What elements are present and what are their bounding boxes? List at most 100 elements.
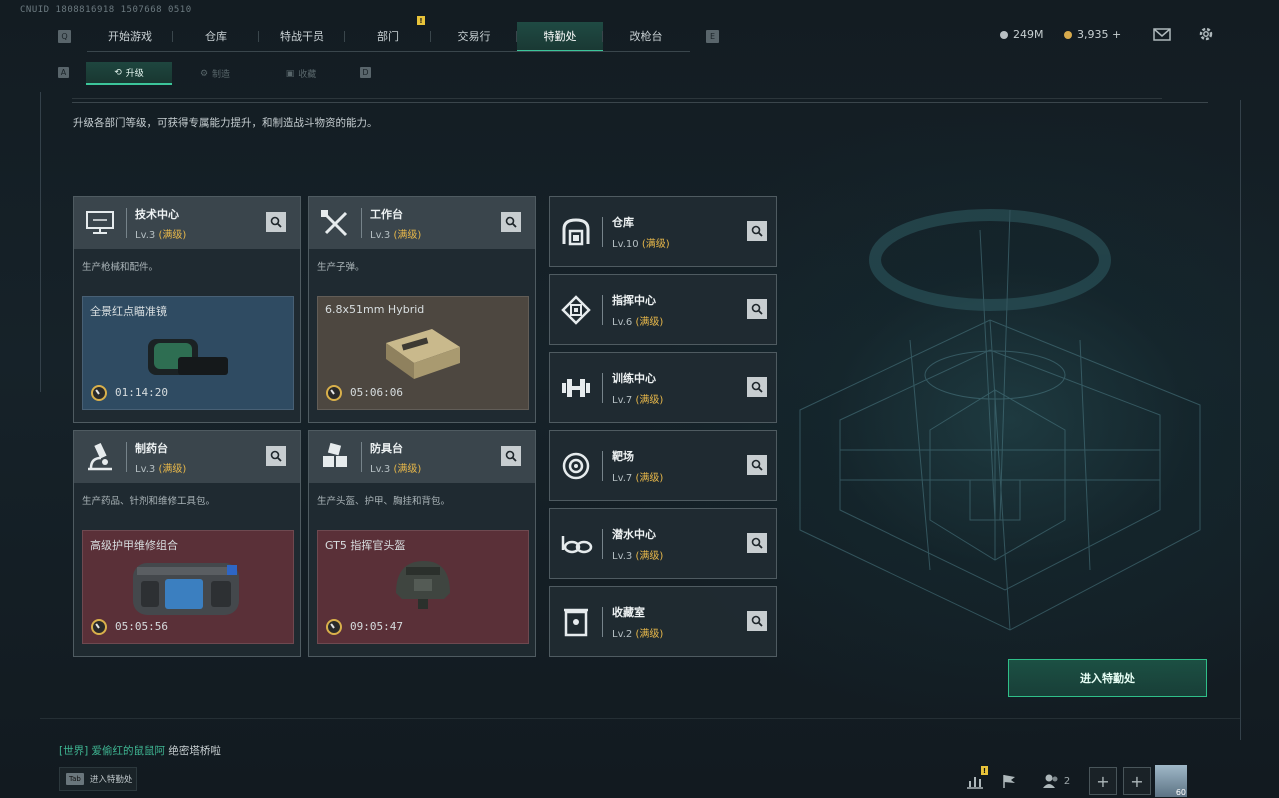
production-slot[interactable]: 高级护甲维修组合 05:05:56 xyxy=(82,530,294,644)
silver-currency: 249M xyxy=(1000,28,1044,41)
workshop-name: 制药台 xyxy=(135,441,168,455)
nav-next-key-hint: E xyxy=(706,30,719,43)
workshop-description: 生产头盔、护甲、胸挂和背包。 xyxy=(317,496,451,507)
tab-trading[interactable]: 交易行 xyxy=(431,22,517,50)
workshop-description: 生产药品、针剂和维修工具包。 xyxy=(82,496,216,507)
add-slot-button[interactable]: + xyxy=(1086,766,1120,796)
gold-currency[interactable]: 3,935 + xyxy=(1064,28,1121,41)
inspect-search-icon[interactable] xyxy=(501,446,521,466)
world-chat-line[interactable]: [世界] 爱偷红的鼠鼠阿 绝密塔桥啦 xyxy=(59,743,221,758)
settings-gear-icon[interactable] xyxy=(1197,25,1215,43)
workshop-card-armor-bench[interactable]: 防具台 Lv.3 (满级) 生产头盔、护甲、胸挂和背包。 GT5 指挥官头盔 0… xyxy=(308,430,536,657)
inspect-search-icon[interactable] xyxy=(747,533,767,553)
workshop-description: 生产枪械和配件。 xyxy=(82,262,159,273)
ammo-box-image xyxy=(386,329,460,379)
tab-special-ops[interactable]: 特勤处 xyxy=(517,22,603,52)
workshop-name: 技术中心 xyxy=(135,207,179,221)
facility-card-diving-center[interactable]: 潜水中心 Lv.3 (满级) xyxy=(549,508,777,579)
workshop-card-pharmacy[interactable]: 制药台 Lv.3 (满级) 生产药品、针剂和维修工具包。 高级护甲维修组合 05… xyxy=(73,430,301,657)
player-avatar-button[interactable]: 60 xyxy=(1154,765,1188,797)
cabinet-icon xyxy=(550,607,602,637)
production-timer: 01:14:20 xyxy=(115,386,168,399)
craft-icon: ⚙ xyxy=(199,68,209,79)
inspect-search-icon[interactable] xyxy=(747,221,767,241)
chat-username: 爱偷红的鼠鼠阿 xyxy=(91,745,166,757)
workshop-card-tech-center[interactable]: 技术中心 Lv.3 (满级) 生产枪械和配件。 全景红点瞄准镜 01:14:20 xyxy=(73,196,301,423)
inspect-search-icon[interactable] xyxy=(266,446,286,466)
production-slot[interactable]: GT5 指挥官头盔 09:05:47 xyxy=(317,530,529,644)
enter-special-ops-button[interactable]: 进入特勤处 xyxy=(1008,659,1207,697)
avatar: 60 xyxy=(1155,765,1187,797)
product-name: 6.8x51mm Hybrid xyxy=(325,303,425,316)
inspect-search-icon[interactable] xyxy=(747,299,767,319)
product-name: 全景红点瞄准镜 xyxy=(90,305,167,318)
inspect-search-icon[interactable] xyxy=(747,455,767,475)
flag-button[interactable] xyxy=(992,766,1026,796)
plus-icon: + xyxy=(1123,767,1151,795)
gold-coin-icon xyxy=(1064,30,1072,39)
nav-prev-key-hint: Q xyxy=(58,30,71,43)
production-slot[interactable]: 6.8x51mm Hybrid 05:06:06 xyxy=(317,296,529,410)
tab-hint[interactable]: Tab 进入特勤处 xyxy=(59,767,137,791)
stats-button[interactable]: ! xyxy=(958,766,992,796)
product-name: 高级护甲维修组合 xyxy=(90,539,178,552)
friends-count: 2 xyxy=(1063,775,1071,787)
subnav-next-key-hint: D xyxy=(360,67,371,78)
production-timer: 05:06:06 xyxy=(350,386,403,399)
subtab-craft[interactable]: ⚙ 制造 xyxy=(172,62,258,85)
production-slot[interactable]: 全景红点瞄准镜 01:14:20 xyxy=(82,296,294,410)
tab-warehouse[interactable]: 仓库 xyxy=(173,22,259,50)
workshop-card-workbench[interactable]: 工作台 Lv.3 (满级) 生产子弹。 6.8x51mm Hybrid 05:0… xyxy=(308,196,536,423)
tab-gunsmith[interactable]: 改枪台 xyxy=(603,22,689,50)
red-dot-sight-image xyxy=(148,339,228,375)
timer-clock-icon xyxy=(91,385,107,401)
facility-card-shooting-range[interactable]: 靶场 Lv.7 (满级) xyxy=(549,430,777,501)
inspect-search-icon[interactable] xyxy=(747,611,767,631)
upgrade-icon: ⟲ xyxy=(114,67,122,78)
subtab-collection[interactable]: ▣ 收藏 xyxy=(258,62,344,85)
tab-hint-label: 进入特勤处 xyxy=(89,775,133,785)
facility-card-warehouse[interactable]: 仓库 Lv.10 (满级) xyxy=(549,196,777,267)
facility-card-training-center[interactable]: 训练中心 Lv.7 (满级) xyxy=(549,352,777,423)
monitor-icon xyxy=(74,197,126,249)
collection-icon: ▣ xyxy=(285,68,295,79)
notification-badge: ! xyxy=(417,16,425,25)
chip-icon xyxy=(550,294,602,325)
mail-icon[interactable] xyxy=(1153,28,1171,41)
plus-icon: + xyxy=(1089,767,1117,795)
frame-line xyxy=(40,718,1240,719)
page-description: 升级各部门等级，可获得专属能力提升，和制造战斗物资的能力。 xyxy=(73,117,378,129)
armor-repair-kit-image xyxy=(133,563,239,615)
frame-line xyxy=(1240,100,1241,740)
notification-badge: ! xyxy=(981,766,988,775)
sub-navigation: ⟲ 升级 ⚙ 制造 ▣ 收藏 xyxy=(86,62,344,85)
facility-blueprint-illustration xyxy=(799,209,1201,631)
facility-name: 仓库 xyxy=(612,215,634,229)
facility-name: 训练中心 xyxy=(612,371,656,385)
timer-clock-icon xyxy=(326,619,342,635)
product-name: GT5 指挥官头盔 xyxy=(325,539,406,552)
add-slot-button[interactable]: + xyxy=(1120,766,1154,796)
tab-operators[interactable]: 特战干员 xyxy=(259,22,345,50)
subtab-upgrade[interactable]: ⟲ 升级 xyxy=(86,62,172,85)
inspect-search-icon[interactable] xyxy=(747,377,767,397)
facility-card-command-center[interactable]: 指挥中心 Lv.6 (满级) xyxy=(549,274,777,345)
tab-key: Tab xyxy=(66,773,84,785)
microscope-icon xyxy=(74,431,126,483)
facility-card-collection-room[interactable]: 收藏室 Lv.2 (满级) xyxy=(549,586,777,657)
facility-name: 潜水中心 xyxy=(612,527,656,541)
inspect-search-icon[interactable] xyxy=(501,212,521,232)
facility-name: 收藏室 xyxy=(612,605,645,619)
facility-name: 靶场 xyxy=(612,449,634,463)
inspect-search-icon[interactable] xyxy=(266,212,286,232)
timer-clock-icon xyxy=(326,385,342,401)
tab-departments[interactable]: 部门! xyxy=(345,16,431,50)
top-navigation: 开始游戏 仓库 特战干员 部门! 交易行 特勤处 改枪台 xyxy=(87,16,689,52)
divider xyxy=(72,102,1208,103)
tab-start-game[interactable]: 开始游戏 xyxy=(87,22,173,50)
friends-button[interactable]: 2 xyxy=(1026,766,1086,796)
timer-clock-icon xyxy=(91,619,107,635)
production-timer: 09:05:47 xyxy=(350,620,403,633)
production-timer: 05:05:56 xyxy=(115,620,168,633)
diving-mask-icon xyxy=(550,532,602,556)
